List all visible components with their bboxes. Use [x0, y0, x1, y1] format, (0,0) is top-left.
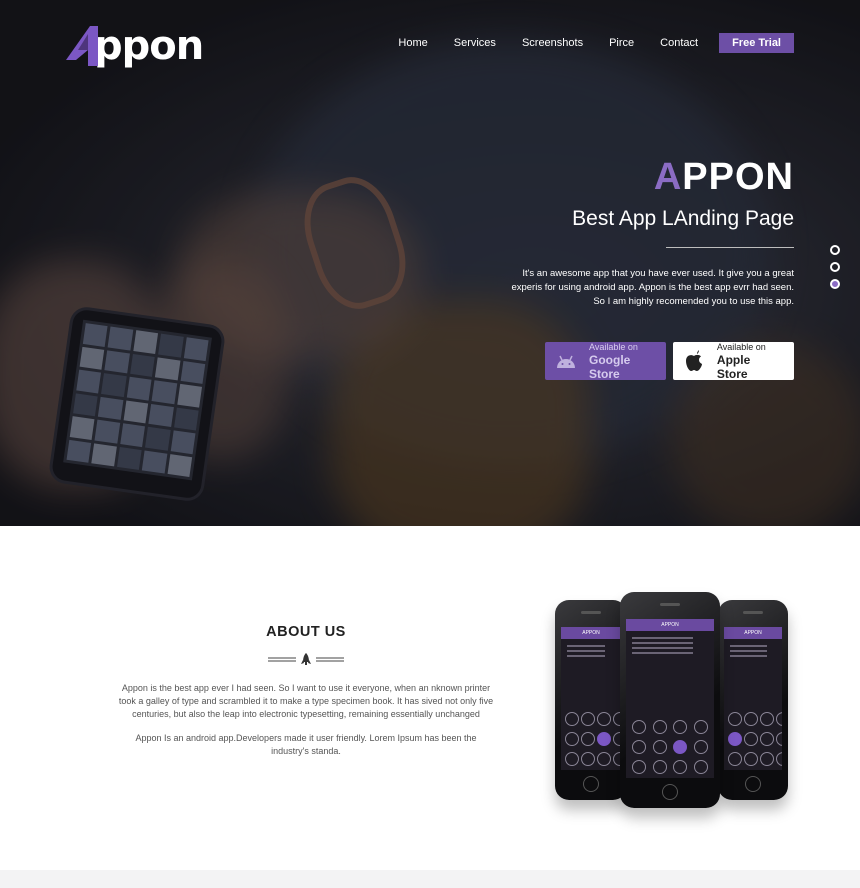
hero-overlay	[0, 0, 860, 526]
nav-home[interactable]: Home	[385, 33, 440, 53]
hero-description: It's an awesome app that you have ever u…	[511, 268, 794, 307]
nav-contact[interactable]: Contact	[647, 33, 711, 53]
logo-mark-icon	[66, 24, 98, 66]
free-trial-button[interactable]: Free Trial	[719, 33, 794, 53]
hero-title: APPON	[654, 156, 794, 199]
phone-mockup-center: APPON	[620, 592, 720, 808]
brand-logo[interactable]: ppon	[66, 20, 204, 69]
nav-price[interactable]: Pirce	[596, 33, 647, 53]
rocket-divider-icon	[268, 652, 344, 666]
phone-screen-title: APPON	[626, 619, 714, 631]
about-paragraph-2: Appon Is an android app.Developers made …	[135, 733, 477, 756]
slider-dots	[830, 245, 840, 296]
next-section-band	[0, 870, 860, 888]
slider-dot-2[interactable]	[830, 262, 840, 272]
logo-text: ppon	[94, 23, 204, 69]
google-store-small: Available on	[589, 341, 638, 352]
google-store-label: Google Store	[589, 352, 631, 381]
hero-divider	[666, 247, 794, 248]
phone-mockup-left: APPON	[555, 600, 627, 800]
apple-store-button[interactable]: Available on Apple Store	[673, 341, 794, 381]
slider-dot-3[interactable]	[830, 279, 840, 289]
google-store-button[interactable]: Available on Google Store	[545, 341, 666, 381]
phone-mockup-right: APPON	[718, 600, 788, 800]
slider-dot-1[interactable]	[830, 245, 840, 255]
apple-store-label: Apple Store	[716, 352, 751, 381]
about-paragraph-1: Appon is the best app ever I had seen. S…	[118, 683, 494, 719]
apple-icon	[683, 350, 705, 372]
hero-title-rest: PPON	[682, 156, 794, 198]
apple-store-small: Available on	[716, 341, 766, 352]
main-nav: Home Services Screenshots Pirce Contact …	[385, 33, 794, 53]
hero-section: ppon Home Services Screenshots Pirce Con…	[0, 0, 860, 526]
nav-services[interactable]: Services	[441, 33, 509, 53]
about-title: ABOUT US	[266, 624, 346, 640]
android-icon	[555, 350, 577, 372]
nav-screenshots[interactable]: Screenshots	[509, 33, 596, 53]
hero-title-first: A	[653, 156, 683, 198]
hero-subtitle: Best App LAnding Page	[572, 207, 794, 230]
